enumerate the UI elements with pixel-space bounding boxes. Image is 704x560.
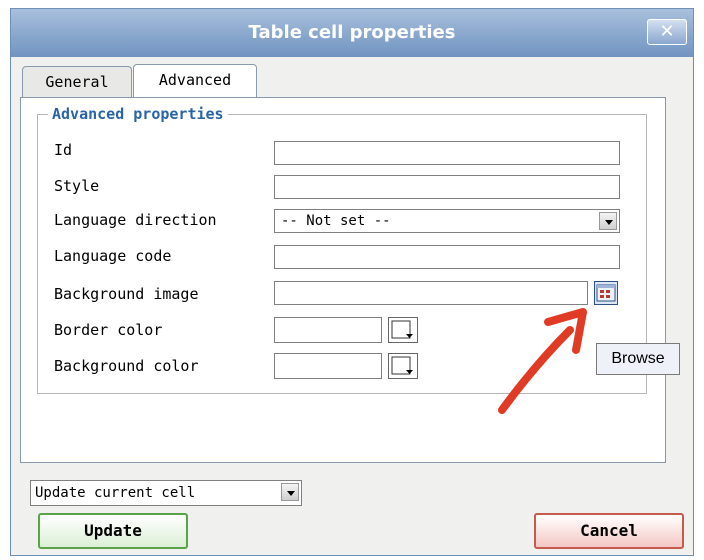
annotation-arrow bbox=[498, 308, 587, 414]
update-button[interactable]: Update bbox=[38, 513, 188, 549]
cancel-button[interactable]: Cancel bbox=[534, 513, 684, 549]
browse-tooltip: Browse bbox=[596, 343, 680, 375]
update-mode-value: Update current cell bbox=[35, 485, 196, 501]
chevron-down-icon[interactable] bbox=[281, 483, 299, 501]
update-mode-select[interactable]: Update current cell bbox=[30, 480, 302, 506]
